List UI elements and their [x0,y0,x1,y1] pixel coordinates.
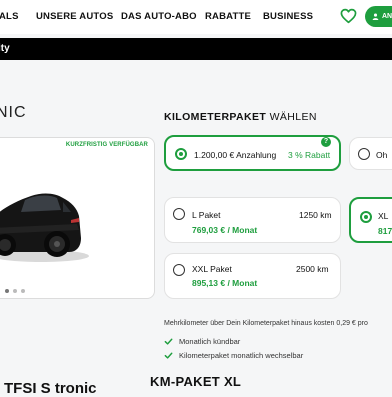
vehicle-card[interactable]: KURZFRISTIG VERFÜGBAR [0,137,155,299]
vehicle-title: NIC [0,104,27,121]
nav-item-auto-abo[interactable]: DAS AUTO-ABO [121,11,197,22]
package-name: XL [378,211,389,221]
account-label: AN [382,13,392,20]
radio-selected[interactable] [175,148,187,160]
vehicle-name: TFSI S tronic [4,380,97,397]
package-price: 817 [378,226,392,236]
help-icon[interactable]: ? [321,137,331,147]
no-down-payment-label: Oh [376,150,388,160]
down-payment-label: 1.200,00 € Anzahlung [194,150,277,160]
option-down-payment[interactable]: 1.200,00 € Anzahlung 3 % Rabatt [164,135,341,171]
radio-unselected[interactable] [358,148,370,160]
nav-item-business[interactable]: BUSINESS [263,11,313,22]
feature-label: Kilometerpaket monatlich wechselbar [179,351,304,360]
radio-unselected[interactable] [173,208,185,220]
nav-item-rabatte[interactable]: RABATTE [205,11,251,22]
radio-selected[interactable] [360,211,372,223]
selected-package-title: KM-PAKET XL [150,374,242,389]
package-km: 1250 km [299,210,332,220]
package-price: 895,13 € / Monat [192,278,258,288]
package-name: L Paket [192,210,221,220]
package-name: XXL Paket [192,264,232,274]
banner-text: ity [0,43,10,54]
top-navigation: ALS UNSERE AUTOS DAS AUTO-ABO RABATTE BU… [0,0,392,34]
heart-icon[interactable] [340,8,357,24]
radio-unselected[interactable] [173,264,185,276]
checkmark-icon [164,352,173,359]
checkmark-icon [164,338,173,345]
extra-km-info: Mehrkilometer über Dein Kilometerpaket h… [164,320,368,327]
nav-item-unsere-autos[interactable]: UNSERE AUTOS [36,11,113,22]
package-l[interactable]: L Paket 1250 km 769,03 € / Monat [164,197,341,243]
car-image [0,193,89,262]
carousel-dot[interactable] [13,289,17,293]
package-km: 2500 km [296,264,329,274]
user-icon [372,13,379,20]
package-price: 769,03 € / Monat [192,225,258,235]
discount-label: 3 % Rabatt [288,150,331,160]
feature-label: Monatlich kündbar [179,337,241,346]
info-banner: ity [0,38,392,60]
carousel-dot[interactable] [5,289,9,293]
package-xxl[interactable]: XXL Paket 2500 km 895,13 € / Monat [164,253,341,299]
option-no-down-payment[interactable]: Oh [349,137,392,170]
package-xl[interactable]: XL 817 [349,197,392,243]
feature-item: Kilometerpaket monatlich wechselbar [164,351,303,360]
nav-item-deals[interactable]: ALS [0,11,19,22]
feature-item: Monatlich kündbar [164,337,240,346]
kilometer-heading: KILOMETERPAKET WÄHLEN [164,111,317,123]
carousel-dot[interactable] [21,289,25,293]
account-button[interactable]: AN [365,6,392,27]
carousel-dots [5,289,25,293]
